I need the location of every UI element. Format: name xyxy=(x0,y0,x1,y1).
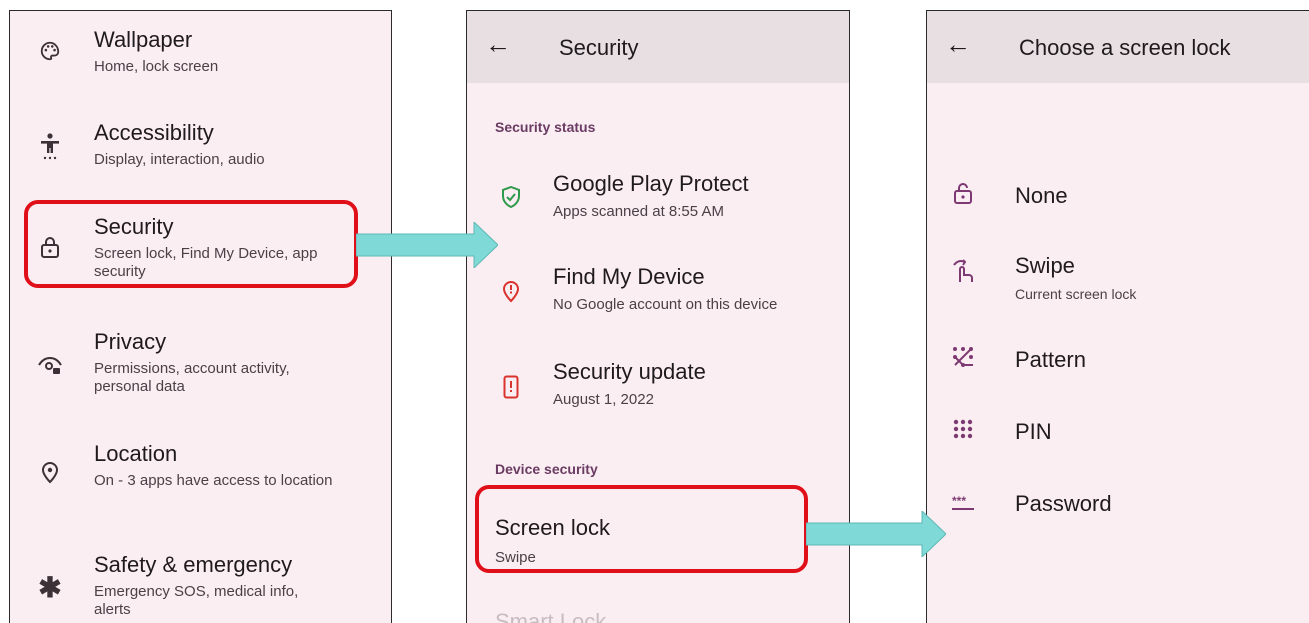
settings-item-title: Privacy xyxy=(94,329,167,354)
phone-alert-icon xyxy=(499,375,523,399)
security-item-play-protect[interactable]: Google Play Protect Apps scanned at 8:55… xyxy=(467,161,849,241)
security-item-title: Google Play Protect xyxy=(553,171,749,196)
smart-lock-title: Smart Lock xyxy=(495,609,607,623)
location-alert-icon xyxy=(499,280,523,304)
settings-item-title: Safety & emergency xyxy=(94,552,293,577)
settings-item-subtitle: On - 3 apps have access to location xyxy=(94,472,333,489)
settings-item-subtitle: Emergency SOS, medical info, alerts xyxy=(94,583,299,618)
security-item-title: Find My Device xyxy=(553,264,705,289)
lock-option-swipe[interactable]: Swipe Current screen lock xyxy=(927,243,1309,313)
pin-grid-icon xyxy=(951,417,975,441)
settings-item-subtitle: Home, lock screen xyxy=(94,58,219,75)
page-title: Security xyxy=(559,35,639,60)
lock-option-label: None xyxy=(1015,183,1068,208)
lock-option-subtitle: Current screen lock xyxy=(1015,286,1137,302)
lock-option-none[interactable]: None xyxy=(927,163,1309,223)
highlight-screen-lock xyxy=(475,485,808,573)
settings-item-safety[interactable]: ✱ Safety & emergency Emergency SOS, medi… xyxy=(10,539,391,623)
lock-option-password[interactable]: *** Password xyxy=(927,477,1309,537)
settings-item-privacy[interactable]: Privacy Permissions, account activity, p… xyxy=(10,319,391,409)
security-app-bar: ← Security xyxy=(467,11,849,83)
settings-item-location[interactable]: Location On - 3 apps have access to loca… xyxy=(10,429,391,519)
settings-item-subtitle: Permissions, account activity, personal … xyxy=(94,360,290,395)
security-item-title: Security update xyxy=(553,359,706,384)
settings-item-subtitle: Display, interaction, audio xyxy=(94,151,265,168)
chooser-app-bar: ← Choose a screen lock xyxy=(927,11,1309,83)
section-header-security-status: Security status xyxy=(495,119,596,135)
lock-option-pattern[interactable]: Pattern xyxy=(927,333,1309,393)
screen-lock-chooser-panel: ← Choose a screen lock None Swipe Curren… xyxy=(926,10,1309,623)
arrow-to-security-icon xyxy=(356,222,498,268)
security-item-find-my-device[interactable]: Find My Device No Google account on this… xyxy=(467,254,849,334)
palette-icon xyxy=(38,39,62,63)
settings-item-wallpaper[interactable]: Wallpaper Home, lock screen xyxy=(10,11,391,91)
security-item-security-update[interactable]: Security update August 1, 2022 xyxy=(467,351,849,431)
security-item-subtitle: Apps scanned at 8:55 AM xyxy=(553,203,724,220)
page-title: Choose a screen lock xyxy=(1019,35,1231,60)
swipe-icon xyxy=(951,259,975,283)
security-item-subtitle: August 1, 2022 xyxy=(553,391,654,408)
settings-panel: Wallpaper Home, lock screen Accessibilit… xyxy=(9,10,392,623)
password-icon: *** xyxy=(951,491,975,515)
security-item-subtitle: No Google account on this device xyxy=(553,296,778,313)
settings-item-title: Accessibility xyxy=(94,120,214,145)
shield-check-icon xyxy=(499,185,523,209)
svg-text:***: *** xyxy=(952,495,966,508)
settings-item-accessibility[interactable]: Accessibility Display, interaction, audi… xyxy=(10,111,391,191)
security-item-smart-lock[interactable]: Smart Lock xyxy=(467,601,849,623)
settings-item-title: Location xyxy=(94,441,178,466)
pattern-icon xyxy=(951,345,975,369)
highlight-security xyxy=(24,200,358,288)
privacy-eye-icon xyxy=(38,353,62,377)
settings-item-title: Wallpaper xyxy=(94,27,193,52)
accessibility-icon xyxy=(38,133,62,160)
arrow-to-chooser-icon xyxy=(806,511,946,557)
section-header-device-security: Device security xyxy=(495,461,598,477)
asterisk-icon: ✱ xyxy=(38,571,62,603)
back-arrow-icon[interactable]: ← xyxy=(483,29,513,59)
lock-option-label: Pattern xyxy=(1015,347,1086,372)
lock-option-label: Password xyxy=(1015,491,1112,516)
back-arrow-icon[interactable]: ← xyxy=(943,29,973,59)
lock-option-label: Swipe xyxy=(1015,253,1075,278)
lock-option-pin[interactable]: PIN xyxy=(927,405,1309,465)
location-pin-icon xyxy=(38,461,62,485)
lock-option-label: PIN xyxy=(1015,419,1052,444)
unlock-icon xyxy=(951,181,975,205)
